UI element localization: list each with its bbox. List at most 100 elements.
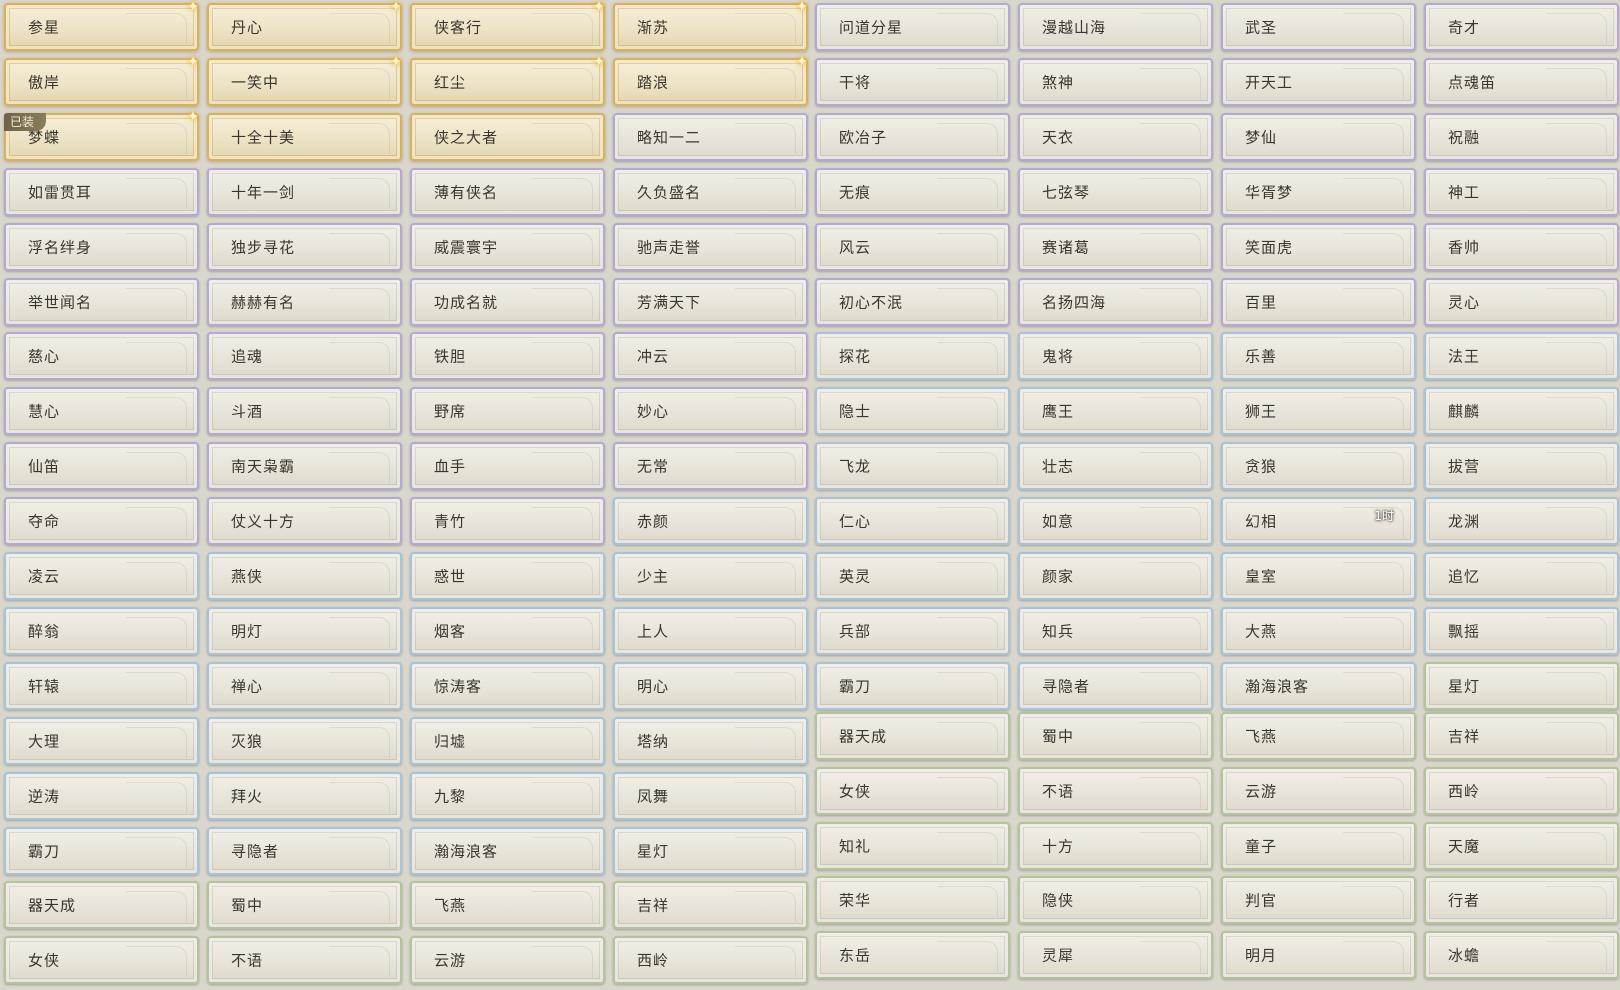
title-badge[interactable]: 烟客: [410, 606, 605, 655]
title-badge[interactable]: 青竹: [410, 497, 605, 546]
title-badge[interactable]: 轩辕: [4, 661, 199, 710]
title-badge[interactable]: 知礼: [815, 821, 1010, 870]
title-badge[interactable]: 寻隐者: [1018, 661, 1213, 710]
title-badge[interactable]: 少主: [613, 552, 808, 600]
title-badge[interactable]: 醉翁: [4, 606, 199, 655]
title-badge[interactable]: 浮名绊身: [4, 222, 199, 271]
title-badge[interactable]: 冰蟾: [1424, 931, 1619, 980]
title-badge[interactable]: 鬼将: [1018, 332, 1213, 381]
title-badge[interactable]: 煞神: [1018, 57, 1213, 106]
title-badge[interactable]: 一笑中 ✦: [207, 54, 402, 106]
title-badge[interactable]: 祝融: [1424, 112, 1619, 161]
title-badge[interactable]: 吉祥: [613, 881, 808, 930]
title-badge[interactable]: 灵心: [1424, 277, 1619, 326]
title-badge[interactable]: 七弦琴: [1018, 167, 1213, 216]
title-badge[interactable]: 东岳: [815, 931, 1010, 980]
title-badge[interactable]: 参星 ✦: [4, 0, 199, 51]
title-badge[interactable]: 惊涛客: [410, 661, 605, 710]
title-badge[interactable]: 知兵: [1018, 606, 1213, 655]
title-badge[interactable]: 法王: [1424, 332, 1619, 381]
title-badge[interactable]: 十方: [1018, 821, 1213, 870]
title-badge[interactable]: 飘摇: [1424, 606, 1619, 655]
title-badge[interactable]: 西岭: [613, 936, 808, 985]
title-badge[interactable]: 女侠: [815, 766, 1010, 815]
title-badge[interactable]: 野席: [410, 387, 605, 436]
title-badge[interactable]: 问道分星: [815, 3, 1010, 51]
title-badge[interactable]: 隐士: [815, 387, 1010, 436]
title-badge[interactable]: 器天成: [815, 711, 1010, 760]
title-badge[interactable]: 飞龙: [815, 442, 1010, 491]
title-badge[interactable]: 芳满天下: [613, 277, 808, 326]
title-badge[interactable]: 铁胆: [410, 332, 605, 381]
title-badge[interactable]: 狮王: [1221, 387, 1416, 436]
title-badge[interactable]: 壮志: [1018, 442, 1213, 491]
title-badge[interactable]: 凌云: [4, 552, 199, 600]
title-badge[interactable]: 追魂: [207, 332, 402, 381]
title-badge[interactable]: 初心不泯: [815, 277, 1010, 326]
title-badge[interactable]: 瀚海浪客: [410, 826, 605, 875]
title-badge[interactable]: 独步寻花: [207, 222, 402, 271]
title-badge[interactable]: 梦蝶 ✦ 已装: [4, 109, 199, 161]
title-badge[interactable]: 欧冶子: [815, 112, 1010, 161]
title-badge[interactable]: 赫赫有名: [207, 277, 402, 326]
title-badge[interactable]: 丹心 ✦: [207, 0, 402, 51]
title-badge[interactable]: 星灯: [613, 826, 808, 875]
title-badge[interactable]: 如意: [1018, 497, 1213, 546]
title-badge[interactable]: 器天成: [4, 881, 199, 930]
title-badge[interactable]: 慧心: [4, 387, 199, 436]
title-badge[interactable]: 华胥梦: [1221, 167, 1416, 216]
title-badge[interactable]: 天衣: [1018, 112, 1213, 161]
title-badge[interactable]: 点魂笛: [1424, 57, 1619, 106]
title-badge[interactable]: 鹰王: [1018, 387, 1213, 436]
title-badge[interactable]: 乐善: [1221, 332, 1416, 381]
title-badge[interactable]: 渐苏 ✦: [613, 0, 808, 51]
title-badge[interactable]: 瀚海浪客: [1221, 661, 1416, 710]
title-badge[interactable]: 百里: [1221, 277, 1416, 326]
title-badge[interactable]: 如雷贯耳: [4, 167, 199, 216]
title-badge[interactable]: 风云: [815, 222, 1010, 271]
title-badge[interactable]: 明月: [1221, 931, 1416, 980]
title-badge[interactable]: 禅心: [207, 661, 402, 710]
title-badge[interactable]: 功成名就: [410, 277, 605, 326]
title-badge[interactable]: 探花: [815, 332, 1010, 381]
title-badge[interactable]: 飞燕: [410, 881, 605, 930]
title-badge[interactable]: 拜火: [207, 771, 402, 820]
title-badge[interactable]: 明心: [613, 661, 808, 710]
title-badge[interactable]: 笑面虎: [1221, 222, 1416, 271]
title-badge[interactable]: 拔营: [1424, 442, 1619, 491]
title-badge[interactable]: 十年一剑: [207, 167, 402, 216]
title-badge[interactable]: 英灵: [815, 552, 1010, 600]
title-badge[interactable]: 大理: [4, 716, 199, 765]
title-badge[interactable]: 冲云: [613, 332, 808, 381]
title-badge[interactable]: 神工: [1424, 167, 1619, 216]
title-badge[interactable]: 云游: [1221, 766, 1416, 815]
title-badge[interactable]: 侠之大者: [410, 112, 605, 161]
title-badge[interactable]: 霸刀: [4, 826, 199, 875]
title-badge[interactable]: 燕侠: [207, 552, 402, 600]
title-badge[interactable]: 妙心: [613, 387, 808, 436]
title-badge[interactable]: 幻相 1时: [1221, 497, 1416, 546]
title-badge[interactable]: 踏浪 ✦: [613, 54, 808, 106]
title-badge[interactable]: 寻隐者: [207, 826, 402, 875]
title-badge[interactable]: 云游: [410, 936, 605, 985]
title-badge[interactable]: 判官: [1221, 876, 1416, 925]
title-badge[interactable]: 干将: [815, 57, 1010, 106]
title-badge[interactable]: 大燕: [1221, 606, 1416, 655]
title-badge[interactable]: 不语: [207, 936, 402, 985]
title-badge[interactable]: 武圣: [1221, 3, 1416, 51]
title-badge[interactable]: 九黎: [410, 771, 605, 820]
title-badge[interactable]: 名扬四海: [1018, 277, 1213, 326]
title-badge[interactable]: 香帅: [1424, 222, 1619, 271]
title-badge[interactable]: 侠客行 ✦: [410, 0, 605, 51]
title-badge[interactable]: 十全十美: [207, 112, 402, 161]
title-badge[interactable]: 南天枭霸: [207, 442, 402, 491]
title-badge[interactable]: 红尘 ✦: [410, 54, 605, 106]
title-badge[interactable]: 久负盛名: [613, 167, 808, 216]
title-badge[interactable]: 龙渊: [1424, 497, 1619, 546]
title-badge[interactable]: 漫越山海: [1018, 3, 1213, 51]
title-badge[interactable]: 斗酒: [207, 387, 402, 436]
title-badge[interactable]: 赛诸葛: [1018, 222, 1213, 271]
title-badge[interactable]: 童子: [1221, 821, 1416, 870]
title-badge[interactable]: 蜀中: [207, 881, 402, 930]
title-badge[interactable]: 惑世: [410, 552, 605, 600]
